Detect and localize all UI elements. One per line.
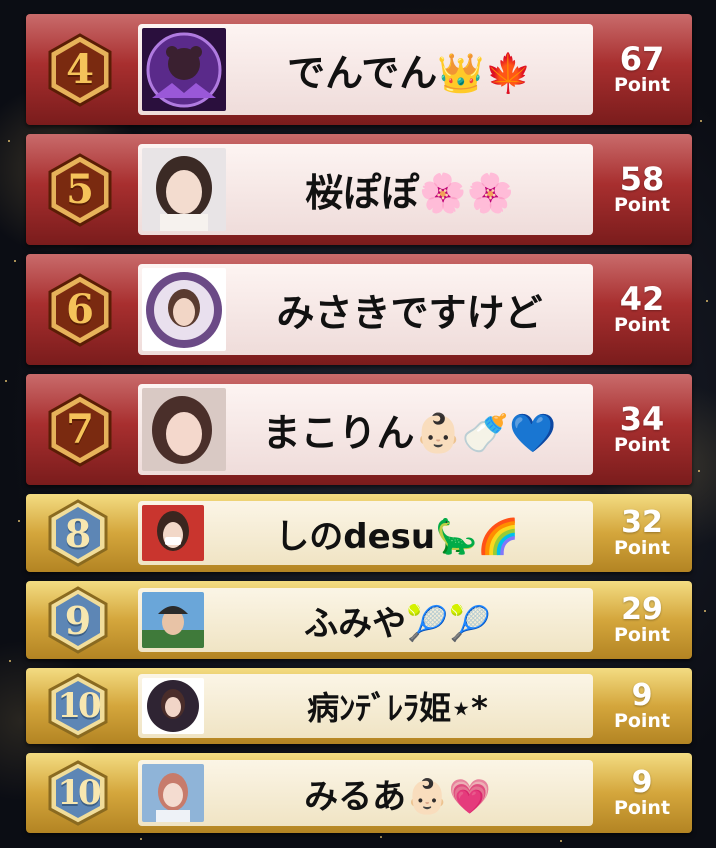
points: 58 Point xyxy=(592,134,692,245)
avatar-girl-light xyxy=(142,148,226,231)
points: 67 Point xyxy=(592,14,692,125)
points: 9 Point xyxy=(592,668,692,744)
rank-number: 10 xyxy=(57,686,101,726)
name-card: ふみや🎾🎾 xyxy=(138,588,593,652)
ranking-row: 10 病ﾝﾃﾞﾚﾗ姫⋆* 9 Point xyxy=(26,668,692,744)
points-value: 34 xyxy=(619,400,665,439)
user-name: でんでん👑🍁 xyxy=(287,51,532,95)
points-value: 9 xyxy=(631,677,653,713)
points: 42 Point xyxy=(592,254,692,365)
rank-badge: 4 xyxy=(48,32,112,107)
rank-badge: 10 xyxy=(48,760,108,826)
points-unit: Point xyxy=(613,796,671,819)
points-value: 9 xyxy=(631,764,653,800)
rank-badge: 6 xyxy=(48,272,112,347)
ranking-row: 10 みるあ👶🏻💗 9 Point xyxy=(26,753,692,833)
points: 9 Point xyxy=(592,753,692,833)
points-unit: Point xyxy=(613,314,671,337)
avatar-girl-circle xyxy=(142,678,204,734)
ranking-row: 6 みさきですけど 42 Point xyxy=(26,254,692,365)
points-unit: Point xyxy=(613,709,671,732)
avatar-girl-frame xyxy=(142,268,226,351)
points-value: 42 xyxy=(619,280,665,319)
user-name: しのdesu🦕🌈 xyxy=(275,516,520,557)
avatar-girl-mask xyxy=(142,505,204,561)
name-card: 桜ぽぽ🌸🌸 xyxy=(138,144,593,235)
rank-badge: 5 xyxy=(48,152,112,227)
rank-number: 5 xyxy=(66,166,94,213)
name-card: しのdesu🦕🌈 xyxy=(138,501,593,565)
points: 29 Point xyxy=(592,581,692,659)
points-unit: Point xyxy=(613,623,671,646)
rank-number: 8 xyxy=(64,510,92,556)
name-card: でんでん👑🍁 xyxy=(138,24,593,115)
rank-badge: 9 xyxy=(48,586,108,654)
avatar-purple-bear xyxy=(142,28,226,111)
points-value: 58 xyxy=(619,160,665,199)
avatar-girl-blue xyxy=(142,764,204,822)
avatar-boy-hat xyxy=(142,592,204,648)
ranking-row: 4 でんでん👑🍁 67 Point xyxy=(26,14,692,125)
rank-badge: 10 xyxy=(48,673,108,739)
rank-badge: 8 xyxy=(48,499,108,567)
user-name: ふみや🎾🎾 xyxy=(304,603,491,644)
ranking-row: 9 ふみや🎾🎾 29 Point xyxy=(26,581,692,659)
name-card: みさきですけど xyxy=(138,264,593,355)
name-card: みるあ👶🏻💗 xyxy=(138,760,593,826)
points-value: 67 xyxy=(619,40,665,79)
avatar-girl-pink xyxy=(142,388,226,471)
user-name: みるあ👶🏻💗 xyxy=(304,776,491,817)
user-name: 桜ぽぽ🌸🌸 xyxy=(305,171,514,215)
ranking-row: 5 桜ぽぽ🌸🌸 58 Point xyxy=(26,134,692,245)
rank-number: 10 xyxy=(57,773,101,813)
ranking-row: 8 しのdesu🦕🌈 32 Point xyxy=(26,494,692,572)
points-unit: Point xyxy=(613,434,671,457)
points-unit: Point xyxy=(613,74,671,97)
points-value: 29 xyxy=(621,591,663,627)
points-value: 32 xyxy=(621,504,663,540)
name-card: まこりん👶🏻🍼💙 xyxy=(138,384,593,475)
rank-number: 7 xyxy=(66,406,94,453)
ranking-row: 7 まこりん👶🏻🍼💙 34 Point xyxy=(26,374,692,485)
rank-badge: 7 xyxy=(48,392,112,467)
user-name: まこりん👶🏻🍼💙 xyxy=(262,411,557,455)
points-unit: Point xyxy=(613,194,671,217)
user-name: 病ﾝﾃﾞﾚﾗ姫⋆* xyxy=(307,689,488,727)
rank-number: 9 xyxy=(64,597,92,643)
name-card: 病ﾝﾃﾞﾚﾗ姫⋆* xyxy=(138,674,593,738)
points: 32 Point xyxy=(592,494,692,572)
rank-number: 4 xyxy=(66,46,94,93)
points: 34 Point xyxy=(592,374,692,485)
rank-number: 6 xyxy=(66,286,94,333)
points-unit: Point xyxy=(613,536,671,559)
user-name: みさきですけど xyxy=(276,291,543,335)
